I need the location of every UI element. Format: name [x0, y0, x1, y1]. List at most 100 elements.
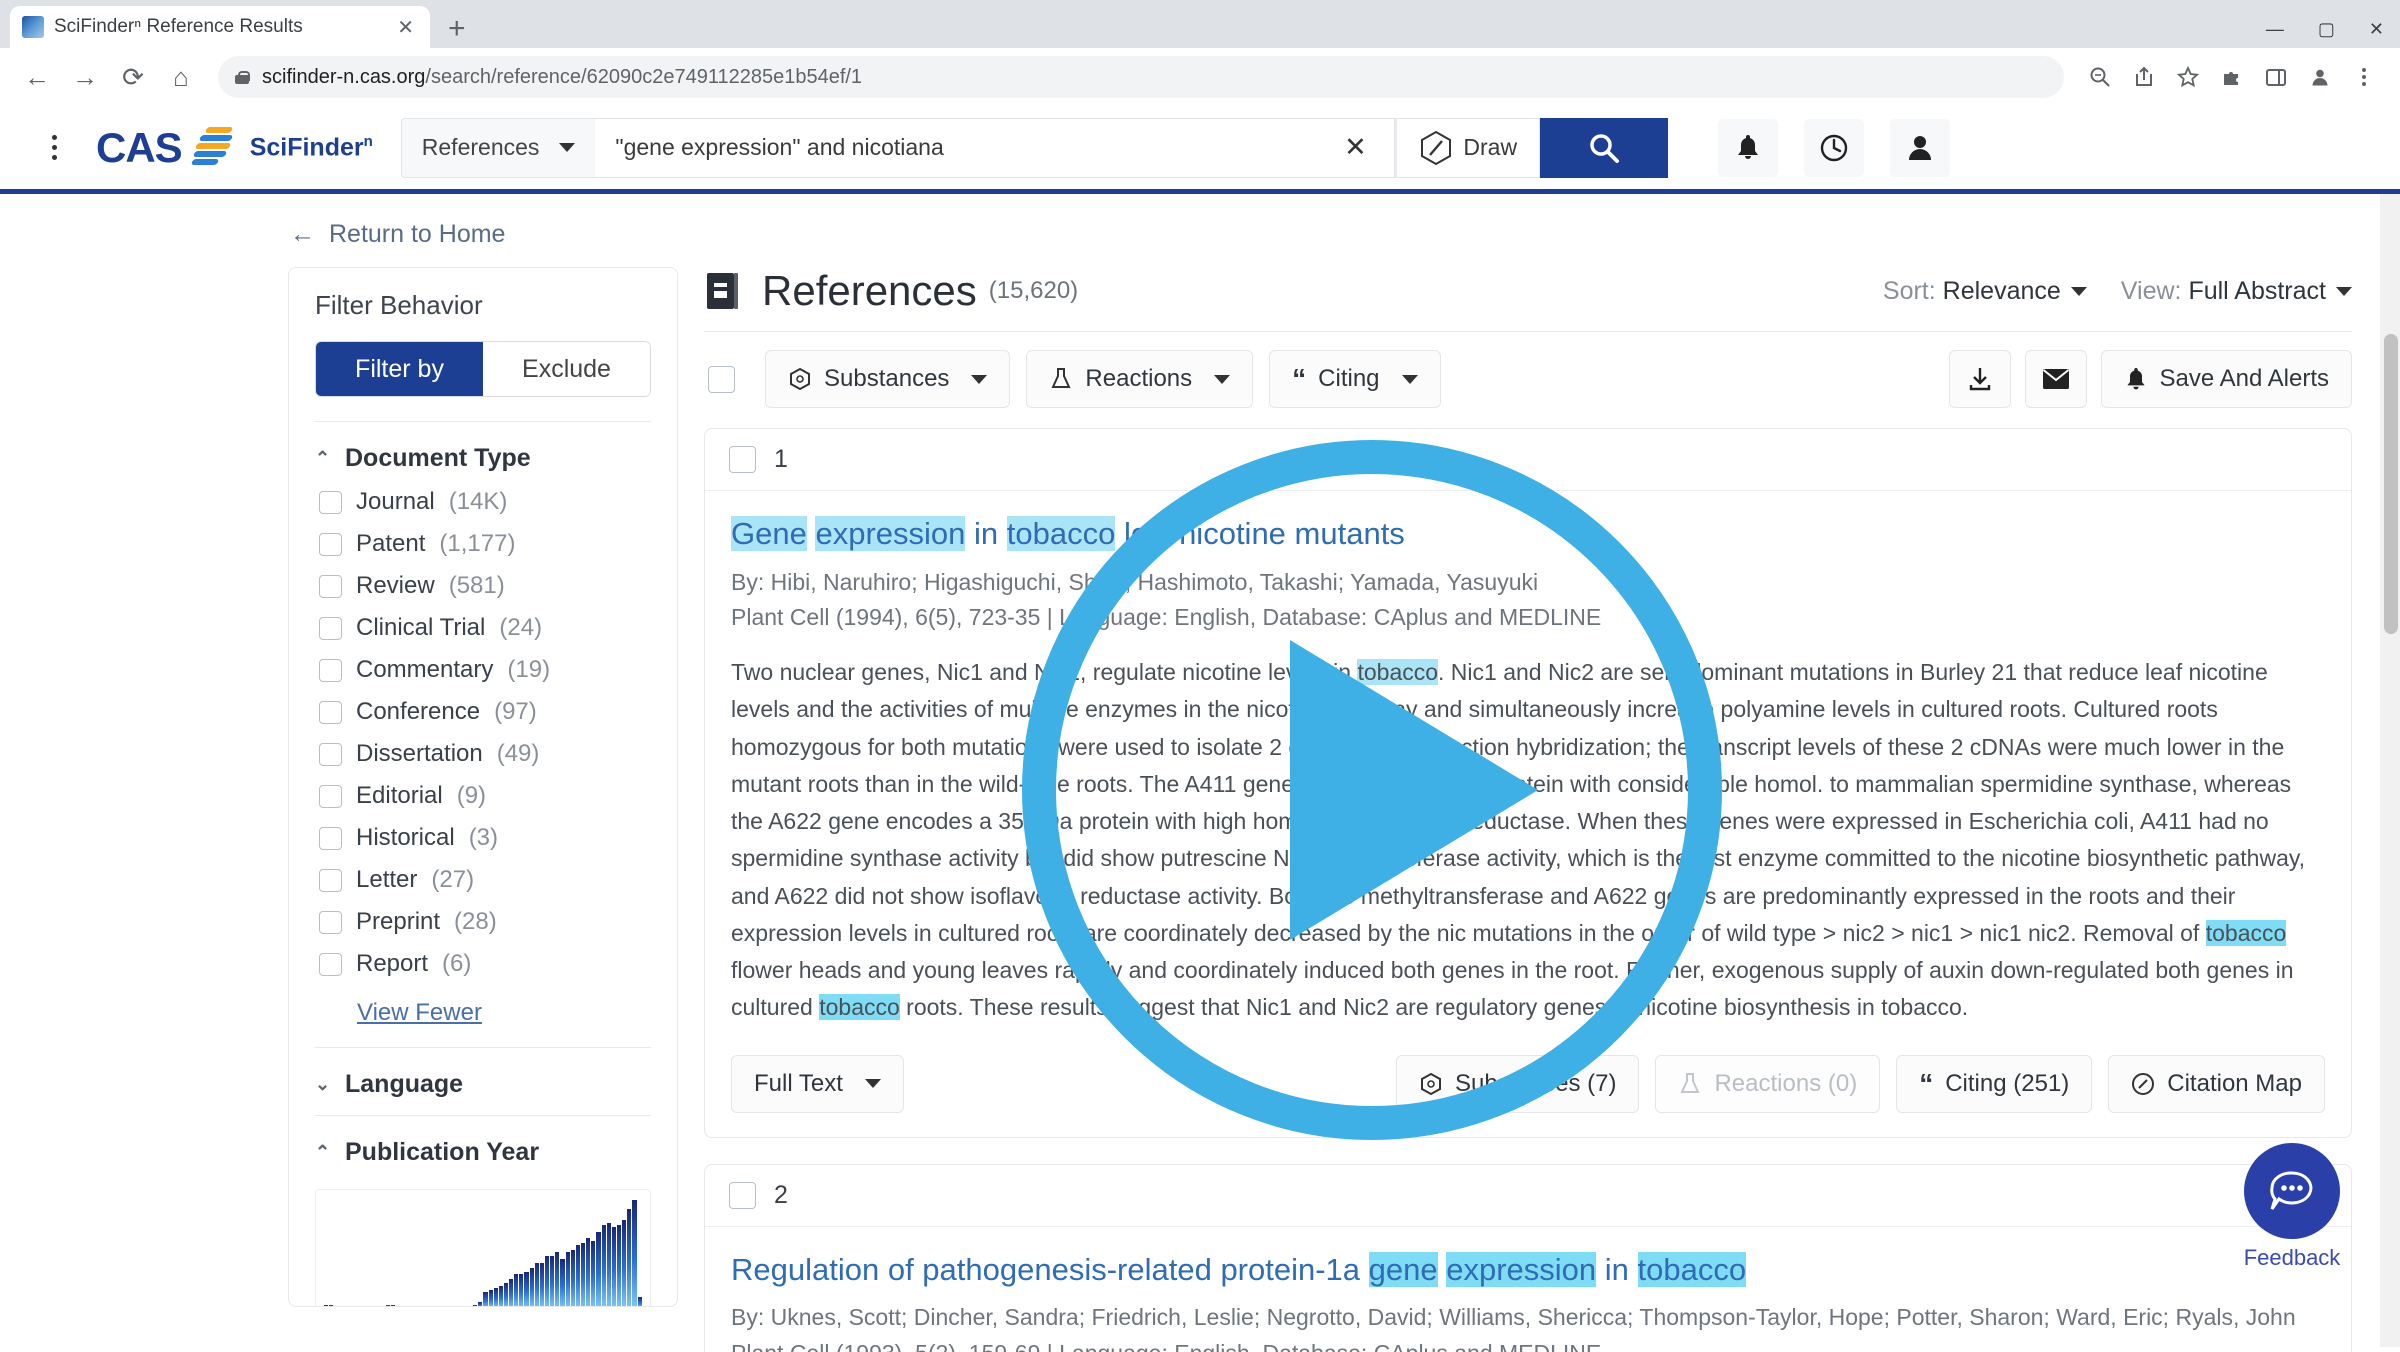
- checkbox[interactable]: [319, 658, 342, 682]
- zoom-icon[interactable]: [2080, 57, 2120, 97]
- histogram-bar: [483, 1292, 488, 1306]
- tab-close-icon[interactable]: ✕: [393, 15, 418, 40]
- citing-filter-button[interactable]: “ Citing: [1269, 350, 1441, 408]
- facet-item-commentary[interactable]: Commentary (19): [315, 649, 651, 691]
- address-bar[interactable]: scifinder-n.cas.org/search/reference/620…: [218, 56, 2064, 98]
- full-text-button[interactable]: Full Text: [731, 1054, 904, 1113]
- sidepanel-icon[interactable]: [2256, 57, 2296, 97]
- substances-label: Substances: [824, 365, 950, 392]
- reactions-filter-button[interactable]: Reactions: [1026, 350, 1254, 408]
- cas-scifinder-logo[interactable]: CAS SciFindern: [96, 124, 373, 172]
- checkbox[interactable]: [319, 742, 342, 766]
- result-citing-button[interactable]: “ Citing (251): [1896, 1054, 2093, 1113]
- search-scope-dropdown[interactable]: References: [400, 117, 596, 178]
- search-submit-button[interactable]: [1540, 117, 1669, 178]
- account-button[interactable]: [1890, 118, 1951, 177]
- window-maximize-button[interactable]: ▢: [2318, 20, 2335, 38]
- facet-item-letter[interactable]: Letter (27): [315, 859, 651, 901]
- save-and-alerts-button[interactable]: Save And Alerts: [2100, 350, 2352, 408]
- scifinder-superscript: n: [363, 132, 373, 150]
- facet-item-historical[interactable]: Historical (3): [315, 817, 651, 859]
- facet-item-conference[interactable]: Conference (97): [315, 691, 651, 733]
- facet-item-report[interactable]: Report (6): [315, 943, 651, 985]
- new-tab-button[interactable]: +: [448, 14, 466, 44]
- facet-header-publication-year[interactable]: ⌃ Publication Year: [315, 1116, 651, 1175]
- page-scrollbar-thumb[interactable]: [2384, 334, 2398, 634]
- feedback-button[interactable]: Feedback: [2236, 1143, 2348, 1271]
- exclude-button[interactable]: Exclude: [483, 342, 650, 396]
- facet-title-language: Language: [345, 1070, 464, 1098]
- notifications-button[interactable]: [1718, 118, 1779, 177]
- clock-icon: [1820, 134, 1848, 161]
- home-icon[interactable]: ⌂: [160, 56, 202, 98]
- clear-search-button[interactable]: ✕: [1332, 125, 1378, 171]
- facet-header-document-type[interactable]: ⌃ Document Type: [315, 422, 651, 481]
- result-card: 1 Gene expression in tobacco low nicotin…: [704, 428, 2352, 1138]
- window-minimize-button[interactable]: —: [2266, 20, 2284, 38]
- facet-count: (49): [496, 740, 540, 767]
- profile-icon[interactable]: [2300, 57, 2340, 97]
- bookmark-icon[interactable]: [2168, 57, 2208, 97]
- back-icon[interactable]: ←: [16, 56, 58, 98]
- view-value[interactable]: Full Abstract: [2188, 277, 2326, 305]
- facet-item-preprint[interactable]: Preprint (28): [315, 901, 651, 943]
- checkbox[interactable]: [319, 910, 342, 934]
- facet-item-review[interactable]: Review (581): [315, 565, 651, 607]
- facet-label: Editorial: [356, 782, 443, 809]
- histogram-bar: [345, 1306, 349, 1307]
- forward-icon[interactable]: →: [64, 56, 106, 98]
- checkbox[interactable]: [319, 532, 342, 556]
- facet-item-dissertation[interactable]: Dissertation (49): [315, 733, 651, 775]
- histogram-bar: [514, 1274, 519, 1306]
- history-button[interactable]: [1804, 118, 1865, 177]
- histogram-bar: [637, 1296, 642, 1306]
- checkbox[interactable]: [319, 616, 342, 640]
- checkbox[interactable]: [319, 868, 342, 892]
- reload-icon[interactable]: ⟳: [112, 56, 154, 98]
- checkbox[interactable]: [319, 700, 342, 724]
- return-to-home-link[interactable]: ← Return to Home: [0, 194, 2400, 267]
- toolbar-icons: [2080, 57, 2384, 97]
- checkbox[interactable]: [319, 574, 342, 598]
- header-actions: [1692, 118, 1951, 177]
- checkbox[interactable]: [319, 826, 342, 850]
- checkbox[interactable]: [319, 952, 342, 976]
- facet-item-clinical-trial[interactable]: Clinical Trial (24): [315, 607, 651, 649]
- result-checkbox[interactable]: [729, 1181, 756, 1209]
- hexagon-icon: [1421, 1072, 1442, 1095]
- facet-label: Conference: [356, 698, 481, 725]
- result-title[interactable]: Regulation of pathogenesis-related prote…: [731, 1249, 2325, 1291]
- app-menu-icon[interactable]: [34, 135, 74, 160]
- checkbox[interactable]: [319, 784, 342, 808]
- browser-tab[interactable]: SciFinderⁿ Reference Results ✕: [10, 6, 430, 48]
- sort-control[interactable]: Sort: Relevance: [1883, 277, 2087, 306]
- share-icon[interactable]: [2124, 57, 2164, 97]
- email-button[interactable]: [2024, 350, 2087, 408]
- facet-header-language[interactable]: ⌄ Language: [315, 1048, 651, 1107]
- page-scrollbar-track[interactable]: [2380, 194, 2400, 1347]
- chat-bubble-icon: [2270, 1171, 2313, 1210]
- extensions-icon[interactable]: [2212, 57, 2252, 97]
- facet-item-patent[interactable]: Patent (1,177): [315, 523, 651, 565]
- citation-map-button[interactable]: Citation Map: [2108, 1054, 2325, 1113]
- search-input[interactable]: [615, 134, 1333, 161]
- download-button[interactable]: [1948, 350, 2011, 408]
- citation-map-label: Citation Map: [2167, 1069, 2302, 1097]
- result-substances-button[interactable]: Substances (7): [1396, 1054, 1640, 1113]
- result-checkbox[interactable]: [729, 446, 756, 473]
- facet-item-editorial[interactable]: Editorial (9): [315, 775, 651, 817]
- substances-filter-button[interactable]: Substances: [765, 350, 1011, 408]
- checkbox[interactable]: [319, 490, 342, 514]
- window-close-button[interactable]: ✕: [2369, 20, 2384, 38]
- result-title[interactable]: Gene expression in tobacco low nicotine …: [731, 513, 2325, 555]
- histogram-bar: [586, 1238, 591, 1306]
- draw-button[interactable]: Draw: [1395, 117, 1541, 178]
- sort-value[interactable]: Relevance: [1943, 277, 2061, 305]
- browser-menu-icon[interactable]: [2344, 57, 2384, 97]
- publication-year-histogram[interactable]: [315, 1189, 651, 1307]
- facet-item-journal[interactable]: Journal (14K): [315, 481, 651, 523]
- view-fewer-link[interactable]: View Fewer: [357, 999, 482, 1027]
- view-control[interactable]: View: Full Abstract: [2121, 277, 2352, 306]
- select-all-checkbox[interactable]: [708, 365, 735, 393]
- filter-by-button[interactable]: Filter by: [316, 342, 483, 396]
